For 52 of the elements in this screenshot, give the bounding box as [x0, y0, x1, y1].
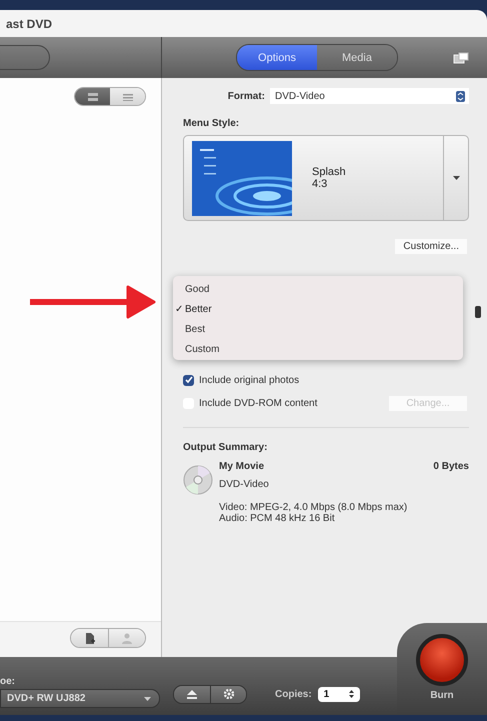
caret-icon — [144, 696, 151, 700]
person-icon — [122, 632, 132, 644]
checkbox[interactable] — [183, 374, 194, 386]
copies-field[interactable]: 1 — [318, 686, 360, 702]
output-size: 0 Bytes — [433, 461, 469, 472]
drive-label: oe: — [0, 676, 16, 687]
stepper-icon — [475, 306, 481, 318]
view-toggle-button[interactable] — [75, 88, 110, 105]
stepper-icon — [348, 689, 354, 699]
burn-label: Burn — [430, 690, 454, 701]
drive-select[interactable]: DVD+ RW UJ882 — [0, 689, 160, 708]
caret-icon — [452, 176, 460, 180]
window-title: ast DVD — [6, 16, 52, 30]
output-summary-heading: Output Summary: — [183, 442, 268, 453]
view-toggle[interactable] — [74, 87, 146, 106]
menu-item[interactable]: Custom — [173, 339, 463, 359]
movie-title: My Movie — [219, 461, 264, 472]
menu-item[interactable]: Best — [173, 319, 463, 339]
grid-view-icon — [88, 92, 98, 100]
segmented-control[interactable] — [70, 628, 146, 648]
format-label: Format: — [226, 90, 265, 102]
format-select[interactable]: DVD-Video — [270, 88, 469, 104]
menu-style-picker[interactable]: Splash 4:3 — [183, 135, 469, 221]
disc-icon — [183, 465, 213, 495]
checkmark-icon — [184, 376, 192, 384]
window-icon[interactable] — [453, 52, 469, 64]
menu-item[interactable]: ✓ Better — [173, 299, 463, 319]
burn-button[interactable] — [416, 634, 468, 686]
video-info: Video: MPEG-2, 4.0 Mbps (8.0 Mbps max) — [219, 502, 408, 513]
audio-info: Audio: PCM 48 kHz 16 Bit — [219, 513, 336, 524]
copies-label: Copies: — [275, 688, 312, 700]
menu-item[interactable]: Good — [173, 279, 463, 299]
view-toggle-button[interactable] — [110, 88, 145, 105]
menu-style-name: Splash — [312, 166, 347, 178]
output-format: DVD-Video — [219, 479, 270, 490]
checkbox-label: Include DVD-ROM content — [199, 398, 318, 408]
settings-icon — [224, 689, 234, 699]
tab[interactable]: Media — [317, 45, 397, 70]
eject-button[interactable] — [174, 686, 210, 702]
menu-style-aspect: 4:3 — [312, 178, 328, 190]
settings-button[interactable] — [210, 686, 246, 702]
segmented-control[interactable] — [173, 684, 247, 704]
eject-icon — [187, 690, 197, 698]
add-file-button[interactable] — [71, 629, 108, 647]
list-view-icon — [122, 92, 132, 100]
document-add-icon — [84, 632, 94, 644]
stepper-icon — [456, 90, 465, 102]
customize-button[interactable]: Customize... — [395, 239, 467, 254]
check-mark: ✓ — [175, 303, 183, 315]
checkbox-label: Include original photos — [199, 374, 300, 386]
menu-style-label: Menu Style: — [183, 118, 240, 129]
tab[interactable]: Options — [237, 45, 317, 70]
